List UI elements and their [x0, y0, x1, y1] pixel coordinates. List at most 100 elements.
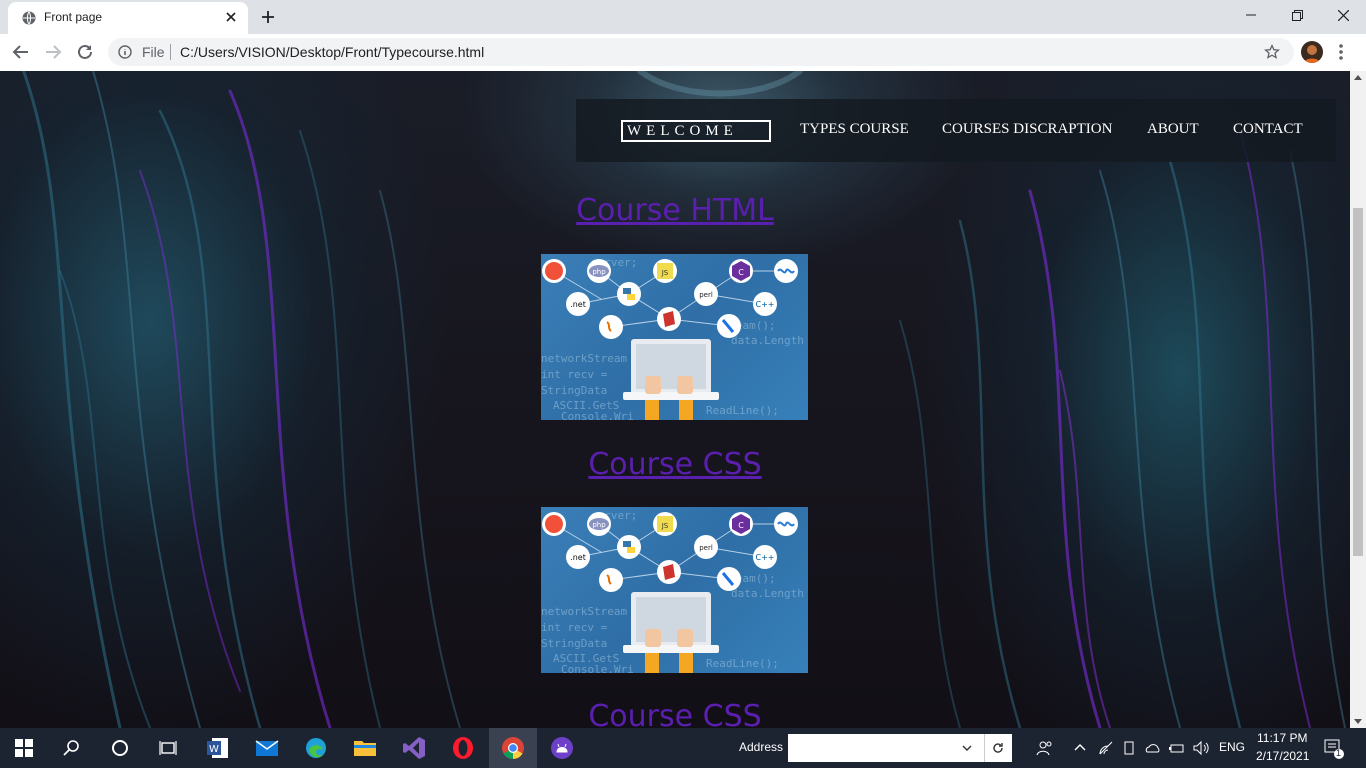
nav-about[interactable]: ABOUT: [1147, 121, 1199, 138]
refresh-icon[interactable]: [991, 741, 1005, 755]
mail-app[interactable]: [255, 736, 279, 760]
code-line: ReadLine();: [706, 404, 779, 417]
chevron-up-icon[interactable]: [1074, 742, 1086, 752]
code-line: Console.Wri: [561, 663, 634, 673]
language-indicator[interactable]: ENG: [1219, 740, 1245, 754]
scroll-down-arrow-icon[interactable]: [1354, 719, 1362, 724]
restore-button[interactable]: [1274, 0, 1320, 30]
code-line: StringData: [541, 384, 607, 397]
bookmark-star-icon[interactable]: [1264, 44, 1280, 60]
opera-app[interactable]: [451, 736, 475, 760]
back-icon[interactable]: [12, 43, 30, 61]
page-viewport: WELCOME TYPES COURSE COURSES DISCRAPTION…: [0, 71, 1350, 728]
people-icon[interactable]: [1036, 739, 1054, 757]
visual-studio-app[interactable]: [402, 736, 426, 760]
address-separator: [170, 44, 171, 60]
profile-avatar[interactable]: [1301, 41, 1323, 63]
windows-logo-icon: [15, 739, 33, 757]
badge-csharp: C: [738, 268, 744, 277]
nav-welcome[interactable]: WELCOME: [621, 120, 771, 142]
code-line: int recv =: [541, 621, 608, 634]
clock-date[interactable]: 2/17/2021: [1256, 749, 1309, 763]
course-html-link[interactable]: Course HTML: [0, 193, 1350, 228]
info-icon[interactable]: [118, 45, 132, 59]
action-center-button[interactable]: 1: [1323, 738, 1345, 760]
avatar-icon: [1304, 45, 1320, 63]
visual-studio-icon: [403, 737, 425, 759]
file-label: File: [142, 44, 165, 60]
mail-icon: [255, 740, 279, 756]
close-window-button[interactable]: [1320, 0, 1366, 30]
scroll-up-arrow-icon[interactable]: [1354, 75, 1362, 80]
wifi-icon[interactable]: [1098, 740, 1114, 756]
minimize-button[interactable]: [1228, 0, 1274, 30]
browser-toolbar: File C:/Users/VISION/Desktop/Front/Typec…: [0, 34, 1366, 72]
badge-js: JS: [661, 522, 669, 530]
code-line: int recv =: [541, 368, 608, 381]
device-icon[interactable]: [1122, 740, 1136, 756]
badge-js: JS: [661, 269, 669, 277]
task-view-button[interactable]: [156, 736, 180, 760]
notification-count: 1: [1336, 748, 1342, 758]
folder-icon: [354, 741, 376, 756]
opera-icon: [453, 737, 473, 759]
file-explorer-app[interactable]: [353, 736, 377, 760]
word-app[interactable]: W: [206, 736, 230, 760]
close-icon: [1337, 9, 1349, 21]
reload-icon[interactable]: [76, 43, 94, 61]
github-desktop-icon: [551, 737, 573, 759]
badge-perl: perl: [699, 544, 713, 552]
word-icon: W: [207, 738, 228, 758]
battery-icon[interactable]: [1168, 740, 1186, 756]
address-toolbar-label: Address: [739, 740, 784, 754]
restore-icon: [1291, 9, 1303, 21]
tab-title: Front page: [44, 10, 103, 24]
nav-courses-discraption[interactable]: COURSES DISCRAPTION: [942, 121, 1112, 138]
badge-net: .net: [570, 300, 586, 309]
badge-php: php: [592, 521, 606, 529]
badge-cpp: C++: [756, 300, 775, 309]
course-css-image[interactable]: server; networkStream int recv = StringD…: [541, 507, 808, 673]
cortana-button[interactable]: [108, 736, 132, 760]
page-scrollbar[interactable]: [1350, 71, 1366, 728]
url-text[interactable]: C:/Users/VISION/Desktop/Front/Typecourse…: [180, 44, 484, 60]
address-toolbar-input[interactable]: [788, 734, 1012, 762]
code-line: ReadLine();: [706, 657, 779, 670]
code-line: networkStream: [541, 605, 627, 618]
clock-time[interactable]: 11:17 PM: [1257, 731, 1307, 745]
forward-icon[interactable]: [44, 43, 62, 61]
chrome-app[interactable]: [501, 736, 525, 760]
edge-icon: [306, 738, 326, 758]
search-button[interactable]: [60, 736, 84, 760]
edge-app[interactable]: [304, 736, 328, 760]
nav-types-course[interactable]: TYPES COURSE: [800, 121, 909, 138]
badge-perl: perl: [699, 291, 713, 299]
start-button[interactable]: [12, 736, 36, 760]
chevron-down-icon[interactable]: [962, 744, 972, 752]
address-bar[interactable]: File C:/Users/VISION/Desktop/Front/Typec…: [108, 38, 1294, 66]
onedrive-icon[interactable]: [1144, 740, 1162, 756]
programming-illustration: server; networkStream int recv = StringD…: [541, 256, 804, 420]
new-tab-icon[interactable]: [260, 9, 276, 25]
code-line: data.Length: [731, 587, 804, 600]
badge-csharp: C: [738, 521, 744, 530]
site-navigation: WELCOME TYPES COURSE COURSES DISCRAPTION…: [576, 99, 1336, 162]
minimize-icon: [1246, 14, 1256, 16]
code-line: data.Length: [731, 334, 804, 347]
browser-tab[interactable]: Front page: [8, 2, 248, 34]
course-html-image[interactable]: server; networkStream int recv = StringD…: [541, 254, 808, 420]
notification-icon: [1324, 739, 1344, 759]
task-view-icon: [159, 741, 177, 755]
course-css-link-2[interactable]: Course CSS: [0, 699, 1350, 728]
badge-net: .net: [570, 553, 586, 562]
nav-contact[interactable]: CONTACT: [1233, 121, 1303, 138]
svg-text:W: W: [209, 744, 219, 755]
browser-menu-icon[interactable]: [1338, 43, 1344, 61]
scroll-thumb[interactable]: [1353, 208, 1363, 556]
close-tab-icon[interactable]: [224, 10, 238, 24]
github-desktop-app[interactable]: [550, 736, 574, 760]
course-css-link[interactable]: Course CSS: [0, 447, 1350, 482]
volume-icon[interactable]: [1192, 740, 1210, 756]
address-divider: [984, 734, 985, 762]
badge-cpp: C++: [756, 553, 775, 562]
